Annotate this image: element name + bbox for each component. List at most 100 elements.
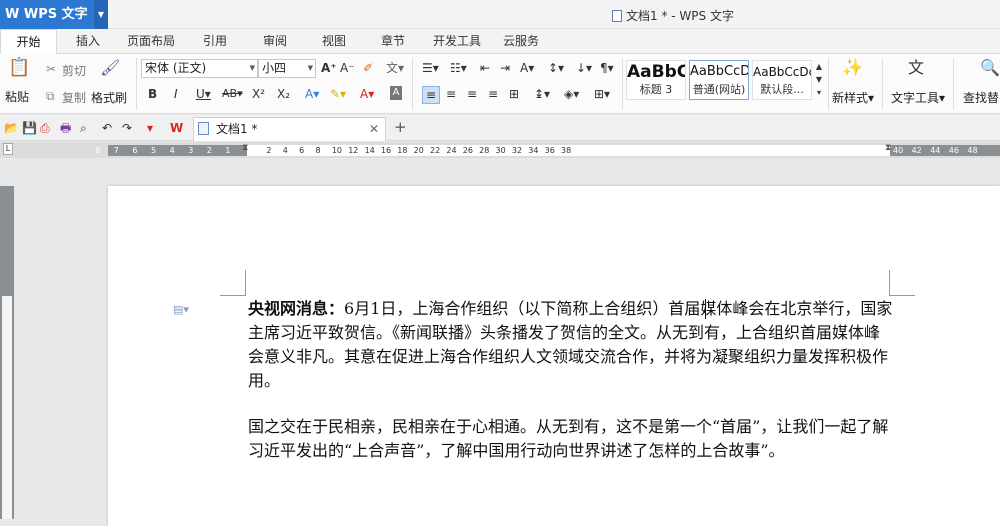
ruler-number: 4 xyxy=(169,146,175,155)
italic-icon[interactable]: I xyxy=(174,86,178,102)
text-tools-button[interactable]: 文字工具▾ xyxy=(891,89,945,106)
clear-format-icon[interactable]: ✐ xyxy=(363,60,373,76)
paragraph-handle-icon[interactable]: ▤▾ xyxy=(173,303,189,316)
increase-indent-icon[interactable]: ⇥ xyxy=(500,60,510,76)
scissors-icon[interactable]: ✂ xyxy=(46,61,56,77)
export-pdf-icon[interactable]: ⎙ xyxy=(40,120,50,136)
ruler-number: 6 xyxy=(132,146,138,155)
ruler-number: 32 xyxy=(511,146,523,155)
new-tab-icon[interactable]: + xyxy=(394,119,407,135)
show-marks-icon[interactable]: ¶▾ xyxy=(600,60,614,76)
customize-toolbar-icon[interactable]: ▾ xyxy=(147,120,153,136)
indent-marker[interactable]: ⧗ xyxy=(242,143,248,153)
font-color-icon[interactable]: A▾ xyxy=(360,86,374,102)
wps-home-icon[interactable]: W xyxy=(170,120,183,136)
subscript-icon[interactable]: X₂ xyxy=(277,86,290,102)
ruler-number: 22 xyxy=(430,146,441,155)
grow-font-icon[interactable]: A⁺ xyxy=(321,60,337,76)
vertical-ruler-text-area xyxy=(2,296,12,519)
paragraph-1[interactable]: 央视网消息：6月1日，上海合作组织（以下简称上合组织）首届媒体峰会在北京举行，国… xyxy=(248,297,893,393)
new-style-button[interactable]: 新样式▾ xyxy=(832,89,874,106)
align-center-icon[interactable]: ≡ xyxy=(446,86,456,102)
strikethrough-icon[interactable]: AB▾ xyxy=(222,86,243,102)
style-normal-web[interactable]: AaBbCcD 普通(网站) xyxy=(689,60,749,100)
undo-icon[interactable]: ↶ xyxy=(102,120,112,136)
numbered-list-icon[interactable]: ☷▾ xyxy=(450,60,467,76)
ruler-number: 40 xyxy=(893,146,904,155)
open-icon[interactable]: 📂 xyxy=(4,120,19,136)
ruler-number: 20 xyxy=(413,146,424,155)
align-right-icon[interactable]: ≡ xyxy=(467,86,477,102)
align-left-icon[interactable]: ≡ xyxy=(422,86,440,104)
tab-review[interactable]: 审阅 xyxy=(252,29,298,54)
find-icon[interactable]: 🔍 xyxy=(980,60,1000,76)
decrease-indent-icon[interactable]: ⇤ xyxy=(480,60,490,76)
tab-references[interactable]: 引用 xyxy=(192,29,238,54)
find-replace-button[interactable]: 查找替 xyxy=(963,89,999,106)
paste-button[interactable]: 粘贴 xyxy=(5,88,29,105)
tab-cloud[interactable]: 云服务 xyxy=(497,29,545,54)
style-gallery-scroll[interactable]: ▲ ▼ ▾ xyxy=(814,60,824,99)
highlight-icon[interactable]: ✎▾ xyxy=(330,86,346,102)
ruler-number: 2 xyxy=(206,146,212,155)
new-style-icon[interactable]: ✨ xyxy=(842,60,863,77)
pinyin-icon[interactable]: 文▾ xyxy=(386,60,404,76)
chinese-layout-icon[interactable]: A▾ xyxy=(520,60,534,76)
superscript-icon[interactable]: X² xyxy=(252,86,265,102)
shrink-font-icon[interactable]: A⁻ xyxy=(340,60,355,76)
crop-mark xyxy=(220,270,246,296)
separator xyxy=(882,58,883,110)
tab-home[interactable]: 开始 xyxy=(0,29,57,54)
title-bar: W WPS 文字 ▼ 文档1 * - WPS 文字 xyxy=(0,0,1000,29)
tab-sections[interactable]: 章节 xyxy=(370,29,416,54)
separator xyxy=(412,58,413,110)
text-cursor xyxy=(705,299,706,319)
cut-button[interactable]: 剪切 xyxy=(62,62,86,79)
tab-developer[interactable]: 开发工具 xyxy=(428,29,486,54)
redo-icon[interactable]: ↷ xyxy=(122,120,132,136)
bold-icon[interactable]: B xyxy=(148,86,157,102)
document-tab[interactable]: 文档1 * ✕ xyxy=(193,117,386,141)
ruler-number: 30 xyxy=(495,146,506,155)
app-menu-dropdown[interactable]: ▼ xyxy=(94,0,108,29)
save-icon[interactable]: 💾 xyxy=(22,120,37,136)
ruler-number: 1 xyxy=(225,146,231,155)
char-shading-icon[interactable]: A xyxy=(390,86,402,100)
copy-button[interactable]: 复制 xyxy=(62,89,86,106)
ruler-number: 28 xyxy=(479,146,490,155)
bullet-list-icon[interactable]: ☰▾ xyxy=(422,60,439,76)
paragraph-2[interactable]: 国之交在于民相亲，民相亲在于心相通。从无到有，这不是第一个“首届”，让我们一起了… xyxy=(248,415,893,463)
style-heading3[interactable]: AaBbC 标题 3 xyxy=(626,60,686,100)
borders-icon[interactable]: ⊞▾ xyxy=(594,86,610,102)
ruler-number: 26 xyxy=(462,146,473,155)
font-size-select[interactable]: 小四 ▼ xyxy=(258,59,316,78)
text-tools-icon[interactable]: 文 xyxy=(908,60,924,76)
paragraph-shading-icon[interactable]: ◈▾ xyxy=(564,86,579,102)
tab-view[interactable]: 视图 xyxy=(311,29,357,54)
tab-insert[interactable]: 插入 xyxy=(63,29,113,54)
ruler-number: 48 xyxy=(967,146,978,155)
font-name-select[interactable]: 宋体 (正文) ▼ xyxy=(141,59,258,78)
style-default-paragraph[interactable]: AaBbCcDc 默认段... xyxy=(752,60,812,100)
paste-icon[interactable]: 📋 xyxy=(8,59,30,77)
ribbon-tabs: 开始 插入 页面布局 引用 审阅 视图 章节 开发工具 云服务 xyxy=(0,29,1000,54)
sort-icon[interactable]: ↓▾ xyxy=(576,60,592,76)
print-icon[interactable]: 🖶 xyxy=(60,120,71,136)
right-indent-marker[interactable]: ⧗ xyxy=(885,143,891,153)
close-icon[interactable]: ✕ xyxy=(369,118,379,140)
tab-stop-selector[interactable]: L xyxy=(3,143,13,155)
app-menu-button[interactable]: W WPS 文字 xyxy=(0,0,94,29)
distribute-icon[interactable]: ⊞ xyxy=(509,86,519,102)
justify-icon[interactable]: ≡ xyxy=(488,86,498,102)
underline-icon[interactable]: U▾ xyxy=(196,86,211,102)
copy-icon[interactable]: ⧉ xyxy=(46,88,55,104)
line-spacing-icon[interactable]: ↨▾ xyxy=(534,86,550,102)
brush-icon[interactable]: 🖌 xyxy=(100,60,120,76)
ruler-number: 5 xyxy=(151,146,157,155)
tab-page-layout[interactable]: 页面布局 xyxy=(118,29,184,54)
print-preview-icon[interactable]: ⌕ xyxy=(80,120,87,136)
text-effect-icon[interactable]: A▾ xyxy=(305,86,319,102)
text-direction-icon[interactable]: ↕▾ xyxy=(548,60,564,76)
format-painter-button[interactable]: 格式刷 xyxy=(91,89,127,106)
chevron-down-icon: ▼ xyxy=(249,64,255,72)
